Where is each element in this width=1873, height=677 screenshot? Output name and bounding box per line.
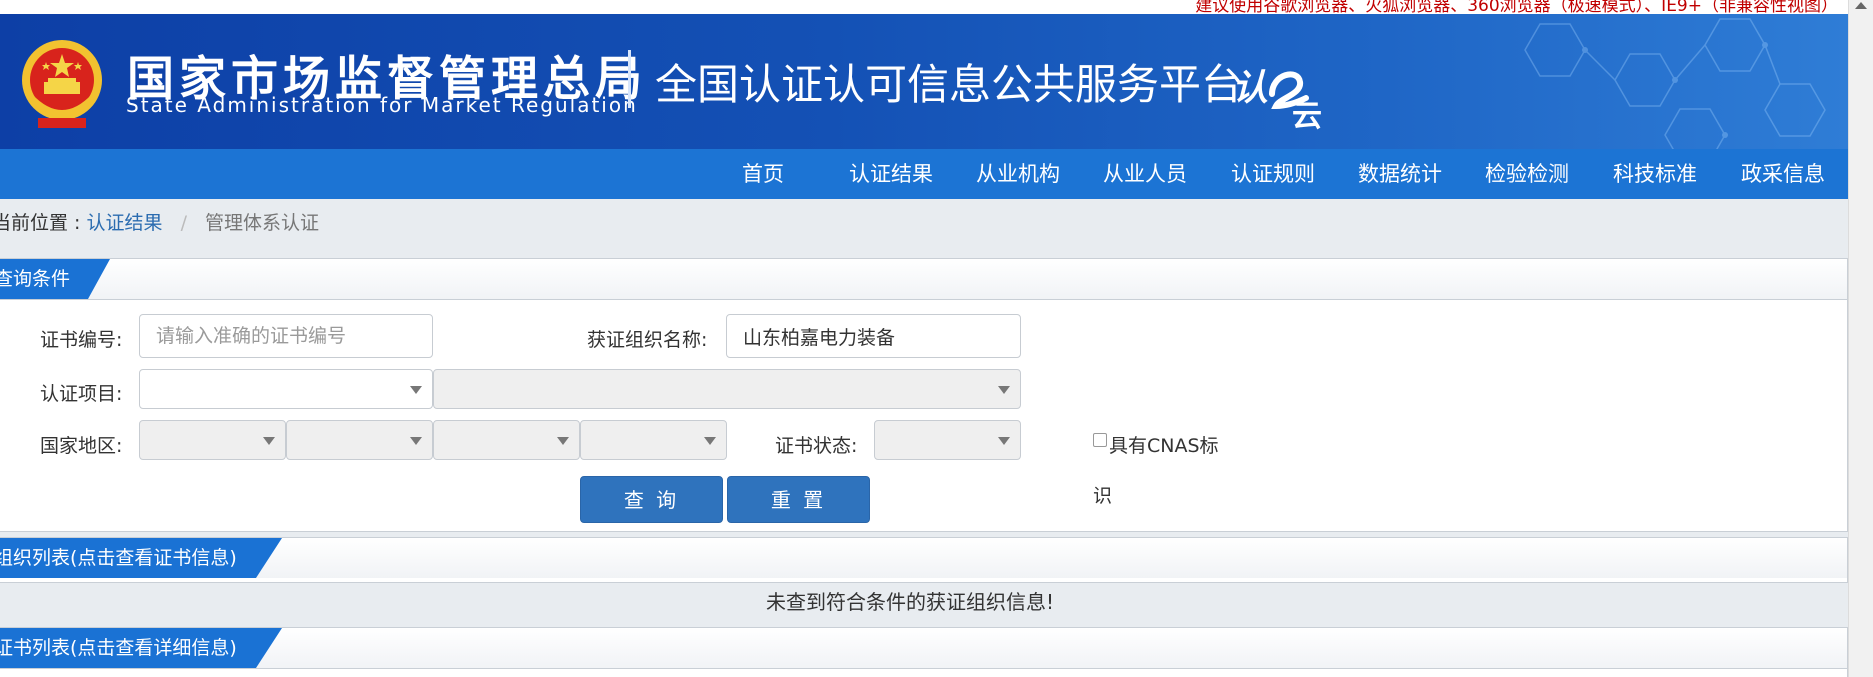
- project-select[interactable]: [139, 369, 433, 409]
- breadcrumb-separator: /: [180, 212, 187, 234]
- nav-item-home[interactable]: 首页: [742, 149, 784, 199]
- nav-item-tech-standards[interactable]: 科技标准: [1613, 149, 1697, 199]
- project-subselect[interactable]: [433, 369, 1021, 409]
- browser-notice: 建议使用谷歌浏览器、火狐浏览器、360浏览器（极速模式）、IE9+（非兼容性视图…: [1195, 0, 1838, 14]
- region-province-select[interactable]: [286, 420, 433, 460]
- platform-title: 全国认证认可信息公共服务平台: [655, 60, 1244, 109]
- chevron-down-icon: [263, 437, 275, 445]
- chevron-down-icon: [998, 386, 1010, 394]
- agency-name-en: State Administration for Market Regulati…: [126, 93, 638, 117]
- reset-button[interactable]: 重 置: [727, 476, 870, 523]
- breadcrumb-link-cert-results[interactable]: 认证结果: [87, 212, 163, 234]
- cnas-checkbox[interactable]: [1093, 433, 1107, 447]
- cert-list-tab: 证书列表(点击查看详细信息): [0, 628, 282, 668]
- chevron-down-icon: [410, 437, 422, 445]
- cert-list-title: 证书列表(点击查看详细信息): [0, 637, 237, 659]
- region-label: 国家地区:: [40, 435, 123, 457]
- query-panel-tab: 查询条件: [0, 259, 110, 299]
- region-district-select[interactable]: [580, 420, 727, 460]
- cert-list-panel: 证书列表(点击查看详细信息): [0, 627, 1848, 677]
- region-city-select[interactable]: [433, 420, 580, 460]
- nav-item-cert-results[interactable]: 认证结果: [849, 149, 933, 199]
- cert-status-select[interactable]: [874, 420, 1021, 460]
- org-name-label: 获证组织名称:: [587, 329, 708, 351]
- region-country-select[interactable]: [139, 420, 286, 460]
- org-list-tab: 组织列表(点击查看证书信息): [0, 538, 282, 578]
- project-label: 认证项目:: [40, 383, 123, 405]
- cert-no-input[interactable]: [139, 314, 433, 358]
- nav-item-personnel[interactable]: 从业人员: [1103, 149, 1187, 199]
- breadcrumb: 当前位置 : 认证结果 / 管理体系认证: [0, 208, 319, 235]
- cert-status-label: 证书状态:: [775, 435, 858, 457]
- national-emblem-icon: [22, 40, 102, 128]
- ren-e-yun-brand-logo: 认 云: [1232, 68, 1322, 134]
- nav-item-cert-rules[interactable]: 认证规则: [1231, 149, 1315, 199]
- chevron-down-icon: [998, 437, 1010, 445]
- header-divider: [628, 50, 631, 108]
- nav-item-institutions[interactable]: 从业机构: [976, 149, 1060, 199]
- svg-text:认: 认: [1232, 68, 1268, 109]
- query-panel-title: 查询条件: [0, 268, 71, 290]
- chevron-down-icon: [410, 386, 422, 394]
- nav-item-statistics[interactable]: 数据统计: [1358, 149, 1442, 199]
- browser-notice-bar: 建议使用谷歌浏览器、火狐浏览器、360浏览器（极速模式）、IE9+（非兼容性视图…: [0, 0, 1848, 14]
- query-panel: 查询条件 证书编号: 获证组织名称: 认证项目: 国家地区: 证书状态: 具有C…: [0, 258, 1848, 532]
- scroll-up-arrow-icon[interactable]: [1855, 2, 1867, 9]
- page: 建议使用谷歌浏览器、火狐浏览器、360浏览器（极速模式）、IE9+（非兼容性视图…: [0, 0, 1848, 677]
- main-nav: 首页 认证结果 从业机构 从业人员 认证规则 数据统计 检验检测 科技标准 政采…: [0, 149, 1848, 199]
- vertical-scrollbar[interactable]: [1848, 0, 1873, 677]
- search-button[interactable]: 查 询: [580, 476, 723, 523]
- org-list-panel: 组织列表(点击查看证书信息): [0, 537, 1848, 583]
- chevron-down-icon: [557, 437, 569, 445]
- hexagon-pattern-decoration: [1524, 18, 1826, 149]
- org-list-title: 组织列表(点击查看证书信息): [0, 547, 237, 569]
- query-panel-header: [0, 259, 1847, 299]
- header-banner: 国家市场监督管理总局 State Administration for Mark…: [0, 14, 1848, 149]
- org-name-input[interactable]: [726, 314, 1021, 358]
- svg-text:云: 云: [1292, 99, 1322, 134]
- org-list-empty-message: 未查到符合条件的获证组织信息!: [765, 590, 1055, 614]
- breadcrumb-current: 管理体系认证: [205, 212, 320, 234]
- nav-item-procurement[interactable]: 政采信息: [1741, 149, 1825, 199]
- nav-item-inspection[interactable]: 检验检测: [1485, 149, 1569, 199]
- cert-no-label: 证书编号:: [40, 329, 123, 351]
- cnas-label-wrap: 识: [1093, 485, 1113, 507]
- breadcrumb-prefix: 当前位置 :: [0, 212, 81, 234]
- cnas-label: 具有CNAS标: [1109, 435, 1219, 457]
- chevron-down-icon: [704, 437, 716, 445]
